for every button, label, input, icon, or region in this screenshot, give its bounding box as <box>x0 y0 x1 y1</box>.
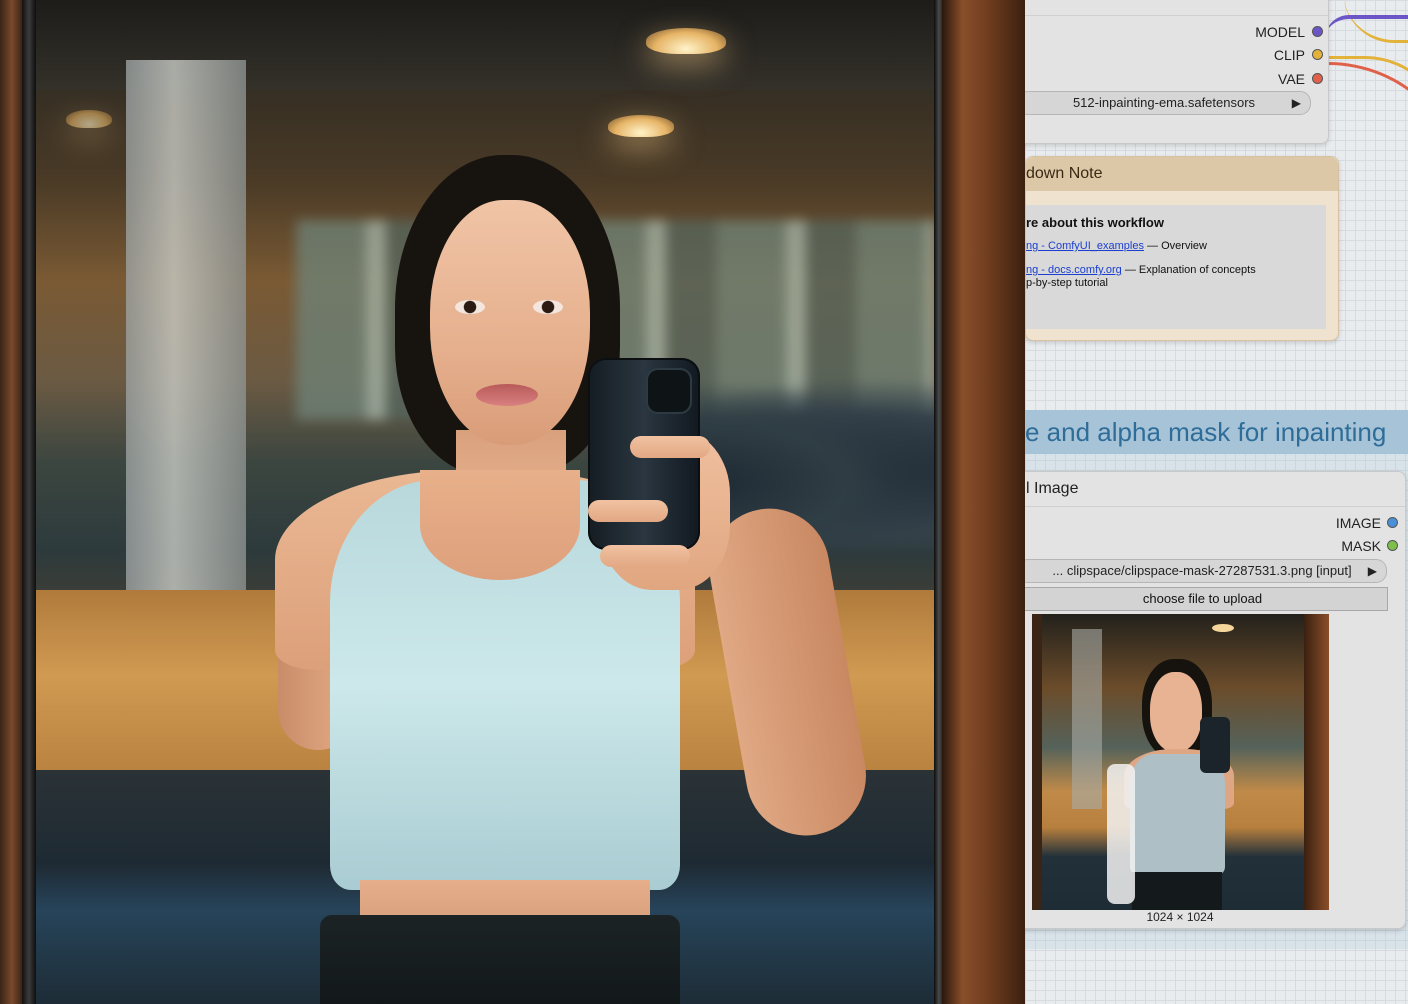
phone-camera <box>648 370 690 412</box>
clip-wire-2 <box>1325 56 1408 139</box>
finger <box>588 500 668 522</box>
image-output-dot[interactable] <box>1387 517 1398 528</box>
image-combo-value: ... clipspace/clipspace-mask-27287531.3.… <box>1052 563 1352 578</box>
checkpoint-node-title[interactable]: oint <box>1025 0 1328 16</box>
node-canvas[interactable]: oint MODEL CLIP VAE 512-inpainting-ema.s… <box>1025 0 1408 1004</box>
note-link-line: ng - docs.comfy.org — Explanation of con… <box>1026 264 1256 276</box>
eye <box>455 300 485 314</box>
model-output-dot[interactable] <box>1312 26 1323 37</box>
note-title[interactable]: down Note <box>1026 157 1338 191</box>
pillar <box>126 60 246 660</box>
mirror-edge-left <box>22 0 36 1004</box>
output-label-model: MODEL <box>1255 24 1305 40</box>
image-preview <box>1032 614 1329 910</box>
output-label-vae: VAE <box>1278 71 1305 87</box>
output-label-image: IMAGE <box>1335 515 1381 531</box>
note-text-line: p-by-step tutorial <box>1026 277 1108 289</box>
note-link-line: ng - ComfyUI_examples — Overview <box>1026 240 1207 252</box>
load-image-title[interactable]: l Image <box>1025 472 1405 507</box>
finger <box>630 436 710 458</box>
mirror-frame-right <box>942 0 1025 1004</box>
finger <box>600 545 690 567</box>
ceiling-lamp <box>608 115 674 137</box>
vae-output-dot[interactable] <box>1312 73 1323 84</box>
output-label-mask: MASK <box>1341 538 1381 554</box>
note-link-desc: — Explanation of concepts <box>1121 264 1256 276</box>
ckpt-name-combo[interactable]: 512-inpainting-ema.safetensors ▶ <box>1025 91 1311 115</box>
eye <box>533 300 563 314</box>
markdown-note-node[interactable]: down Note re about this workflow ng - Co… <box>1025 156 1339 341</box>
note-link[interactable]: ng - ComfyUI_examples <box>1026 240 1144 252</box>
choose-file-button[interactable]: choose file to upload <box>1025 587 1388 611</box>
note-body: re about this workflow ng - ComfyUI_exam… <box>1026 205 1326 329</box>
note-heading: re about this workflow <box>1026 215 1164 230</box>
mirror-frame-left <box>0 0 24 1004</box>
combo-arrow-icon: ▶ <box>1367 564 1377 578</box>
leggings <box>320 915 680 1004</box>
ceiling-lamp <box>66 110 112 128</box>
source-photo <box>0 0 1025 1004</box>
combo-arrow-icon: ▶ <box>1291 96 1301 110</box>
note-link[interactable]: ng - docs.comfy.org <box>1026 264 1122 276</box>
face <box>430 200 590 445</box>
output-label-clip: CLIP <box>1273 47 1305 63</box>
ckpt-name-value: 512-inpainting-ema.safetensors <box>1072 95 1256 110</box>
image-combo[interactable]: ... clipspace/clipspace-mask-27287531.3.… <box>1025 559 1387 583</box>
group-title[interactable]: e and alpha mask for inpainting <box>1025 410 1408 454</box>
ceiling-lamp <box>646 28 726 54</box>
image-size-caption: 1024 × 1024 <box>1146 910 1214 924</box>
mask-output-dot[interactable] <box>1387 540 1398 551</box>
note-link-desc: — Overview <box>1144 240 1207 252</box>
model-wire <box>1325 15 1408 39</box>
lips <box>476 384 538 406</box>
neckline <box>420 470 580 580</box>
clip-output-dot[interactable] <box>1312 49 1323 60</box>
